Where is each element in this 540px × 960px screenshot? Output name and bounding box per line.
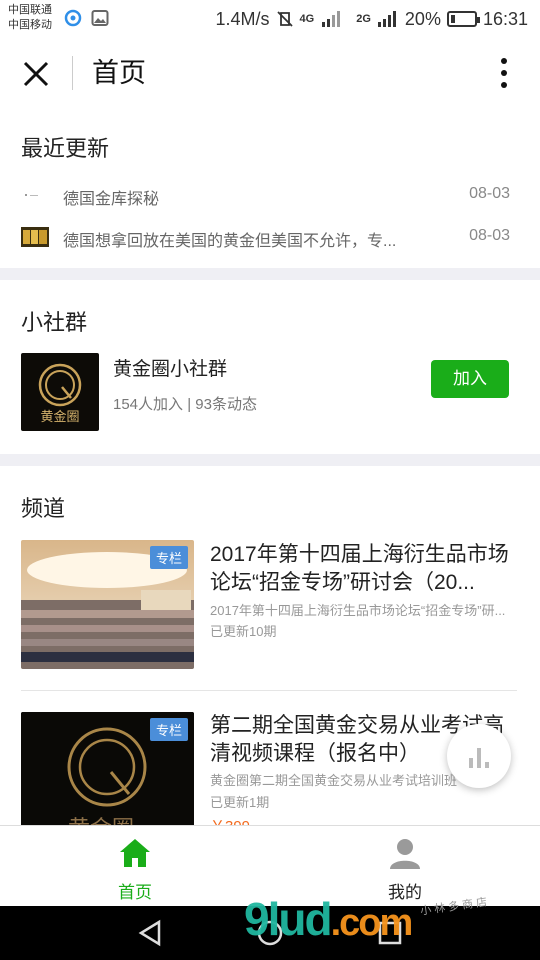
channel-thumbnail: 专栏 [21,540,194,669]
title-bar: 首页 [0,38,540,108]
home-icon [120,839,150,867]
clock: 16:31 [482,8,528,29]
status-bar: 中国联通 中国移动 1.4M/s 4G 2G 20% 16:31 [0,0,540,38]
channel-title: 2017年第十四届上海衍生品市场论坛“招金专场”研讨会（20... [210,543,509,594]
signal-icon [322,11,341,27]
battery-fill [450,15,456,23]
recent-item[interactable]: 德国金库探秘 08-03 [0,175,540,215]
page-title: 首页 [92,58,146,88]
section-gap [0,268,540,280]
watermark-text: 9lud [244,893,333,945]
recent-item-date: 08-03 [469,185,510,202]
close-icon[interactable] [18,56,54,92]
bar-chart-icon [469,748,489,768]
join-button[interactable]: 加入 [431,360,509,398]
section-gap [0,454,540,466]
signal-icon-2 [377,11,396,27]
card-divider [21,690,517,691]
column-badge: 专栏 [149,718,188,741]
network-speed: 1.4M/s [215,8,270,29]
article-thumbnail [25,194,38,196]
status-right: 1.4M/s 4G 2G 20% 16:31 [216,8,528,30]
carrier-labels: 中国联通 中国移动 [8,3,52,33]
vibrate-off-icon [276,11,293,27]
channels-section-title: 频道 [21,496,66,521]
title-divider [72,56,73,90]
more-vertical-icon[interactable] [492,56,516,90]
channel-update-count: 已更新10期 [210,624,277,639]
watermark-suffix: .com [330,902,414,944]
recent-item-title: 德国想拿回放在美国的黄金但美国不允许，专... [63,233,397,250]
stats-float-button[interactable] [447,724,511,788]
network-type-1: 4G [299,13,315,25]
tab-home-label: 首页 [118,883,152,902]
network-type-2: 2G [356,13,371,25]
carrier-2: 中国移动 [8,19,52,31]
carrier-1: 中国联通 [8,4,52,16]
battery-icon [446,11,480,27]
community-stats: 154人加入 | 93条动态 [113,396,257,413]
gallery-icon [91,10,109,26]
browser-icon [64,9,82,27]
channel-subtitle: 2017年第十四届上海衍生品市场论坛“招金专场”研... [210,603,506,618]
recent-item-date: 08-03 [469,227,510,244]
community-logo[interactable]: 黄金圈 [21,353,99,431]
column-badge: 专栏 [149,546,188,569]
back-icon[interactable] [135,918,165,948]
channel-thumbnail: 黄金圈 专栏 [21,712,194,841]
user-icon [390,839,420,869]
recent-section-title: 最近更新 [21,136,110,161]
channel-update-count: 已更新1期 [210,795,270,810]
battery-percent: 20% [404,8,441,29]
recent-item[interactable]: 德国想拿回放在美国的黄金但美国不允许，专... 08-03 [0,217,540,257]
community-section-title: 小社群 [21,310,88,335]
tab-home[interactable]: 首页 [0,826,270,907]
watermark: 9lud.com [244,892,414,946]
article-thumbnail [21,227,49,247]
logo-text: 黄金圈 [40,409,79,425]
recent-item-title: 德国金库探秘 [63,191,160,208]
golden-circle-logo-icon: 黄金圈 [38,363,82,425]
community-name[interactable]: 黄金圈小社群 [113,354,227,381]
